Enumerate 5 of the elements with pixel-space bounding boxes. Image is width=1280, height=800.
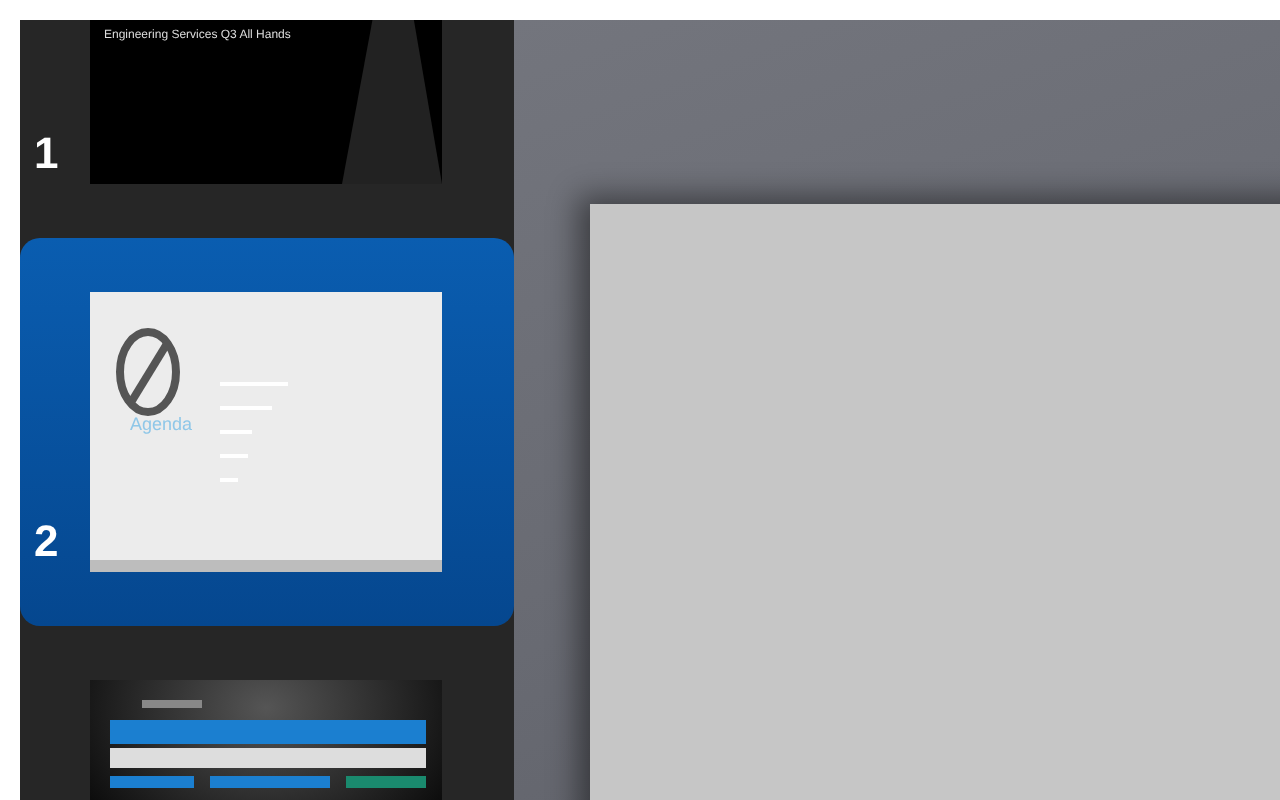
prohibited-icon	[114, 324, 182, 420]
slide-title: Agenda	[130, 412, 193, 438]
slide-number: 2	[32, 520, 61, 570]
slide-number: 1	[32, 132, 61, 182]
slide-item[interactable]: 2 Agenda	[20, 238, 514, 626]
